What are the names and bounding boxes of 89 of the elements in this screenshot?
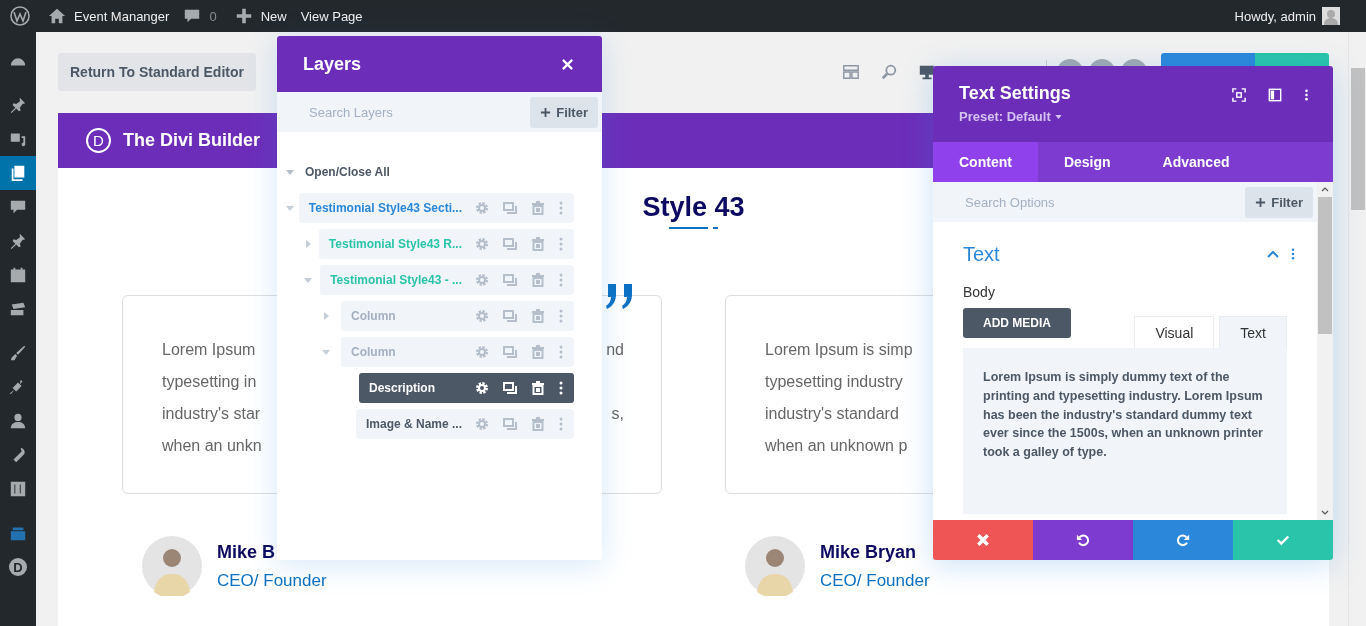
testimonial-text: when an unknown p	[765, 437, 908, 455]
caret-right-icon[interactable]	[303, 239, 313, 249]
save-button[interactable]	[1233, 520, 1333, 560]
testimonial-text: typesetting in	[162, 373, 257, 391]
panel-title: Layers	[303, 53, 362, 75]
scrollbar[interactable]	[1317, 182, 1333, 520]
undo-button[interactable]	[1033, 520, 1133, 560]
comment-count: 0	[209, 8, 217, 24]
pin-icon	[9, 96, 27, 114]
checkmark-icon	[1276, 533, 1290, 547]
editor-tab[interactable]: Visual	[1134, 316, 1215, 348]
tab[interactable]: Advanced	[1136, 142, 1256, 182]
filter-button[interactable]: Filter	[530, 96, 598, 128]
group-title[interactable]: Text	[963, 242, 1255, 266]
duplicate-icon[interactable]	[502, 380, 518, 396]
text-editor[interactable]: Lorem Ipsum is simply dummy text of the printing and typesetting industry. Lorem Ipsum has been the industry's standard dummy text ever since the 1500s, when an unknown printer took a galley of type.	[963, 348, 1287, 514]
close-icon[interactable]	[561, 57, 574, 71]
author-name: Mike B	[217, 541, 277, 563]
more-icon[interactable]	[1291, 248, 1295, 260]
builder-title: The Divi Builder	[123, 130, 261, 151]
pin-icon	[9, 232, 27, 250]
site-link[interactable]: Event Mananger	[74, 8, 170, 24]
sidebar-item[interactable]: D	[0, 550, 36, 584]
avatar	[745, 536, 805, 596]
avatar[interactable]	[1322, 7, 1340, 25]
testimonial-text: Lorem Ipsum is simp	[765, 341, 913, 359]
body-text: Lorem Ipsum is simply dummy text of the printing and typesetting industry. Lorem Ipsum has been the industry's standard dummy text ever since the 1500s, when an unknown printer took a galley of type.	[983, 369, 1264, 461]
redo-icon	[1176, 533, 1190, 547]
testimonial-text: typesetting industry	[765, 373, 903, 391]
author-role: CEO/ Founder	[217, 570, 327, 591]
discard-button[interactable]	[933, 520, 1033, 560]
testimonial-text: industry's star	[162, 405, 261, 423]
page-scrollbar[interactable]	[1348, 32, 1366, 626]
undo-icon	[1076, 533, 1090, 547]
toggle-all-link[interactable]: Open/Close All	[305, 165, 390, 179]
close-icon	[976, 533, 990, 547]
plus-icon	[1255, 196, 1267, 208]
new-link[interactable]: New	[260, 8, 287, 24]
gear-icon[interactable]	[474, 380, 490, 396]
author-name: Mike Bryan	[820, 541, 918, 563]
layout-icon[interactable]	[842, 63, 860, 81]
testimonial-text: nd	[606, 341, 624, 359]
testimonial-text: Lorem Ipsum	[162, 341, 256, 359]
testimonial-text: when an unkn	[162, 437, 262, 455]
tab[interactable]: Content	[933, 142, 1038, 182]
caret-right-icon[interactable]	[321, 311, 331, 321]
zoom-icon[interactable]	[880, 63, 898, 81]
section-heading: Style 43	[642, 192, 745, 223]
plus-icon	[540, 106, 552, 118]
scroll-down-icon[interactable]	[1321, 510, 1329, 515]
quote-icon	[605, 284, 635, 310]
tab[interactable]: Design	[1037, 142, 1137, 182]
plus-icon[interactable]	[234, 7, 253, 25]
chevron-up-icon[interactable]	[1267, 250, 1279, 258]
desktop-icon[interactable]	[918, 63, 936, 81]
view-page-link[interactable]: View Page	[300, 8, 363, 24]
brush-icon	[9, 344, 27, 362]
panel-title: Text Settings	[959, 83, 1072, 104]
sliders-icon	[9, 480, 27, 498]
user-icon	[9, 412, 27, 430]
tickets-icon	[9, 300, 27, 318]
home-icon[interactable]	[48, 7, 66, 25]
editor-tab[interactable]: Text	[1219, 316, 1287, 348]
preset-dropdown[interactable]: Preset: Default	[959, 109, 1062, 124]
more-icon[interactable]	[558, 380, 564, 396]
layer-item[interactable]: Description	[359, 373, 574, 403]
divi-logo: D	[86, 128, 111, 153]
calendar-icon	[9, 266, 27, 284]
testimonial-text: s,	[611, 405, 624, 423]
sidebar-item[interactable]	[0, 156, 36, 190]
wordpress-logo-icon[interactable]	[10, 6, 30, 26]
sidebar-layout-icon[interactable]	[1268, 88, 1282, 102]
field-label: Body	[963, 284, 996, 300]
more-icon[interactable]	[1304, 88, 1309, 102]
author-role: CEO/ Founder	[820, 570, 930, 591]
return-button[interactable]: Return To Standard Editor	[58, 53, 256, 91]
fullscreen-icon[interactable]	[1232, 88, 1246, 102]
testimonial-text: industry's standard	[765, 405, 899, 423]
avatar	[142, 536, 202, 596]
redo-button[interactable]	[1133, 520, 1233, 560]
add-media-button[interactable]: ADD MEDIA	[963, 308, 1071, 338]
filter-button[interactable]: Filter	[1245, 186, 1313, 218]
search-input[interactable]: Search Layers	[307, 103, 531, 121]
caret-down-icon[interactable]	[1054, 114, 1062, 119]
scroll-up-icon[interactable]	[1321, 187, 1329, 192]
search-input[interactable]: Search Options	[963, 193, 1246, 211]
heading-underline	[668, 227, 719, 230]
greeting-link[interactable]: Howdy, admin	[1234, 8, 1316, 24]
pages-icon	[9, 164, 27, 182]
